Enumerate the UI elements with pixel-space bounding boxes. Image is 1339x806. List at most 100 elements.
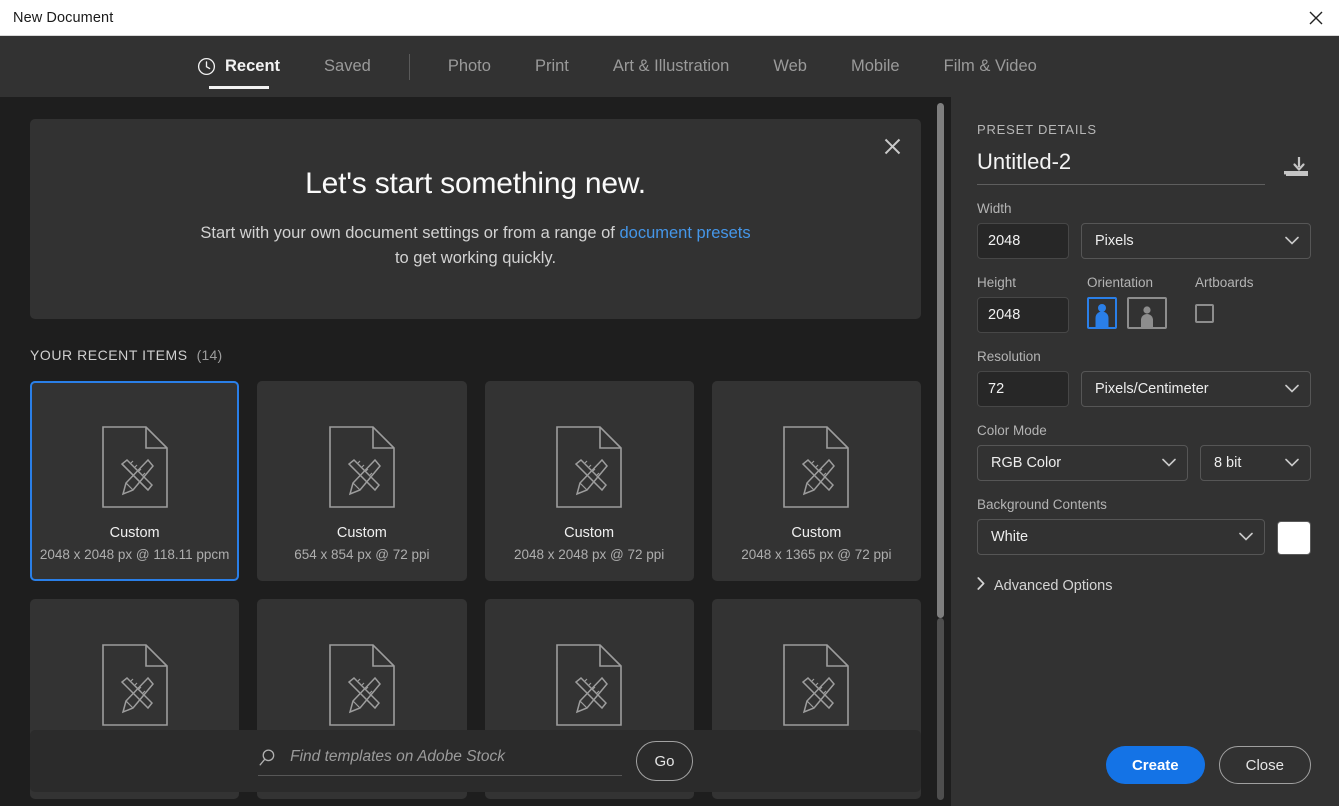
advanced-options-label: Advanced Options xyxy=(994,578,1113,594)
tab-photo[interactable]: Photo xyxy=(426,36,513,97)
banner-text-after: to get working quickly. xyxy=(395,249,556,267)
document-icon xyxy=(783,629,849,741)
width-label: Width xyxy=(977,201,1069,216)
clock-icon xyxy=(197,57,216,76)
document-name-input[interactable] xyxy=(977,149,1265,185)
recent-item-title: Custom xyxy=(791,525,841,541)
width-unit-value: Pixels xyxy=(1095,233,1134,249)
advanced-options-toggle[interactable]: Advanced Options xyxy=(977,577,1311,594)
document-name-row xyxy=(977,149,1311,185)
panel-action-buttons: Create Close xyxy=(1106,746,1311,784)
recent-item-card[interactable]: Custom 2048 x 2048 px @ 72 ppi xyxy=(485,381,694,581)
tab-mobile[interactable]: Mobile xyxy=(829,36,922,97)
content-scrollbar-thumb[interactable] xyxy=(937,103,944,618)
color-mode-value: RGB Color xyxy=(991,455,1061,471)
document-icon xyxy=(783,411,849,523)
banner-title: Let's start something new. xyxy=(305,167,646,201)
resolution-unit-value: Pixels/Centimeter xyxy=(1095,381,1209,397)
recent-item-card[interactable]: Custom 2048 x 1365 px @ 72 ppi xyxy=(712,381,921,581)
preset-details-heading: PRESET DETAILS xyxy=(977,122,1311,137)
height-group: Height xyxy=(977,275,1069,333)
artboards-label: Artboards xyxy=(1195,275,1254,290)
resolution-label: Resolution xyxy=(977,349,1069,364)
portrait-icon xyxy=(1092,301,1112,327)
close-button[interactable]: Close xyxy=(1219,746,1311,784)
color-mode-select[interactable]: RGB Color xyxy=(977,445,1188,481)
tab-print[interactable]: Print xyxy=(513,36,591,97)
save-preset-button[interactable] xyxy=(1281,157,1311,185)
welcome-banner: Let's start something new. Start with yo… xyxy=(30,119,921,319)
width-unit-group: Pixels xyxy=(1081,201,1311,259)
content-scrollbar-thumb-lower[interactable] xyxy=(937,618,944,800)
dialog-body: Let's start something new. Start with yo… xyxy=(0,97,1339,806)
background-contents-row: Background Contents White xyxy=(977,497,1311,555)
search-field-wrapper xyxy=(258,747,622,776)
height-input[interactable] xyxy=(977,297,1069,333)
recent-items-header: YOUR RECENT ITEMS (14) xyxy=(30,347,921,363)
orientation-landscape-button[interactable] xyxy=(1127,297,1167,329)
banner-text-before: Start with your own document settings or… xyxy=(200,224,619,242)
tab-saved-label: Saved xyxy=(324,57,371,76)
chevron-right-icon xyxy=(977,577,985,594)
orientation-label: Orientation xyxy=(1087,275,1167,290)
content-area: Let's start something new. Start with yo… xyxy=(0,97,951,806)
content-scrollbar-track[interactable] xyxy=(937,97,944,806)
search-go-button[interactable]: Go xyxy=(636,741,693,781)
tab-divider xyxy=(409,54,410,80)
recent-item-title: Custom xyxy=(564,525,614,541)
tab-recent[interactable]: Recent xyxy=(175,36,302,97)
chevron-down-icon xyxy=(1285,455,1299,471)
chevron-down-icon xyxy=(1162,455,1176,471)
tab-photo-label: Photo xyxy=(448,57,491,76)
height-orientation-row: Height Orientation xyxy=(977,275,1311,333)
category-tabbar: Recent Saved Photo Print Art & Illustrat… xyxy=(0,36,1339,97)
resolution-unit-group: Pixels/Centimeter xyxy=(1081,349,1311,407)
document-presets-link[interactable]: document presets xyxy=(619,224,750,242)
window-close-button[interactable] xyxy=(1292,0,1339,35)
tab-web-label: Web xyxy=(773,57,807,76)
orientation-portrait-button[interactable] xyxy=(1087,297,1117,329)
color-mode-group: Color Mode RGB Color xyxy=(977,423,1188,481)
background-contents-select[interactable]: White xyxy=(977,519,1265,555)
recent-item-card[interactable]: Custom 654 x 854 px @ 72 ppi xyxy=(257,381,466,581)
recent-item-meta: 654 x 854 px @ 72 ppi xyxy=(294,547,429,562)
orientation-group: Orientation xyxy=(1087,275,1167,333)
create-button[interactable]: Create xyxy=(1106,746,1205,784)
bit-depth-group: 8 bit xyxy=(1200,423,1311,481)
background-color-swatch[interactable] xyxy=(1277,521,1311,555)
background-contents-value: White xyxy=(991,529,1028,545)
artboards-checkbox[interactable] xyxy=(1195,304,1214,323)
background-contents-group: Background Contents White xyxy=(977,497,1265,555)
window-titlebar: New Document xyxy=(0,0,1339,36)
banner-close-button[interactable] xyxy=(879,133,905,159)
document-icon xyxy=(329,411,395,523)
tab-film-video-label: Film & Video xyxy=(944,57,1037,76)
resolution-unit-select[interactable]: Pixels/Centimeter xyxy=(1081,371,1311,407)
width-unit-select[interactable]: Pixels xyxy=(1081,223,1311,259)
recent-items-heading: YOUR RECENT ITEMS xyxy=(30,347,188,363)
recent-item-title: Custom xyxy=(337,525,387,541)
resolution-group: Resolution xyxy=(977,349,1069,407)
chevron-down-icon xyxy=(1239,529,1253,545)
tab-print-label: Print xyxy=(535,57,569,76)
chevron-down-icon xyxy=(1285,233,1299,249)
preset-details-panel: PRESET DETAILS Width Pixels xyxy=(951,97,1339,806)
recent-item-card[interactable]: Custom 2048 x 2048 px @ 118.11 ppcm xyxy=(30,381,239,581)
artboards-group: Artboards xyxy=(1195,275,1254,333)
tab-web[interactable]: Web xyxy=(751,36,829,97)
close-icon xyxy=(1309,11,1323,25)
tab-mobile-label: Mobile xyxy=(851,57,900,76)
background-swatch-group xyxy=(1277,497,1311,555)
tab-art-illustration[interactable]: Art & Illustration xyxy=(591,36,751,97)
tab-saved[interactable]: Saved xyxy=(302,36,393,97)
width-input[interactable] xyxy=(977,223,1069,259)
width-group: Width xyxy=(977,201,1069,259)
bit-depth-select[interactable]: 8 bit xyxy=(1200,445,1311,481)
tab-film-video[interactable]: Film & Video xyxy=(922,36,1059,97)
resolution-input[interactable] xyxy=(977,371,1069,407)
tab-active-indicator xyxy=(209,86,269,89)
document-icon xyxy=(556,411,622,523)
recent-item-meta: 2048 x 2048 px @ 72 ppi xyxy=(514,547,664,562)
recent-items-count: (14) xyxy=(197,347,223,363)
search-input[interactable] xyxy=(290,748,622,766)
